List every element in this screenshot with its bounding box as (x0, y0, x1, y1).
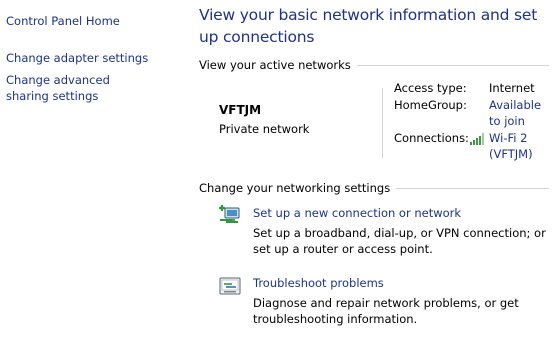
troubleshoot-icon (219, 277, 241, 295)
homegroup-label: HomeGroup: (394, 98, 467, 112)
settings-heading-text: Change your networking settings (199, 181, 391, 195)
homegroup-link[interactable]: Available to join (489, 97, 551, 129)
troubleshoot-problems-link[interactable]: Troubleshoot problems (253, 275, 384, 291)
active-networks-heading: View your active networks (199, 58, 549, 72)
page-title: View your basic network information and … (199, 6, 538, 46)
sidebar-link-change-adapter-settings[interactable]: Change adapter settings (6, 50, 148, 66)
new-connection-icon (219, 205, 240, 223)
network-sharing-center: Control Panel Home Change adapter settin… (0, 0, 553, 339)
setup-new-connection-description: Set up a broadband, dial-up, or VPN conn… (253, 226, 546, 256)
main-content: View your basic network information and … (199, 0, 553, 339)
heading-rule (356, 64, 549, 66)
sidebar: Control Panel Home Change adapter settin… (0, 0, 185, 339)
troubleshoot-problems-description: Diagnose and repair network problems, or… (253, 296, 519, 326)
connections-label: Connections: (394, 131, 469, 145)
access-type-label: Access type: (394, 81, 467, 95)
sidebar-link-control-panel-home[interactable]: Control Panel Home (6, 13, 120, 29)
connection-wifi-link[interactable]: Wi-Fi 2 (VFTJM) (489, 130, 551, 162)
settings-heading: Change your networking settings (199, 181, 549, 195)
network-divider (382, 88, 383, 158)
network-name: VFTJM (219, 103, 262, 117)
network-type: Private network (219, 122, 310, 136)
sidebar-link-change-advanced-sharing-settings[interactable]: Change advanced sharing settings (6, 72, 156, 104)
setup-new-connection-link[interactable]: Set up a new connection or network (253, 205, 461, 221)
active-networks-heading-text: View your active networks (199, 58, 351, 72)
access-type-value: Internet (489, 81, 535, 95)
wifi-signal-icon (470, 133, 484, 145)
heading-rule (396, 187, 549, 189)
